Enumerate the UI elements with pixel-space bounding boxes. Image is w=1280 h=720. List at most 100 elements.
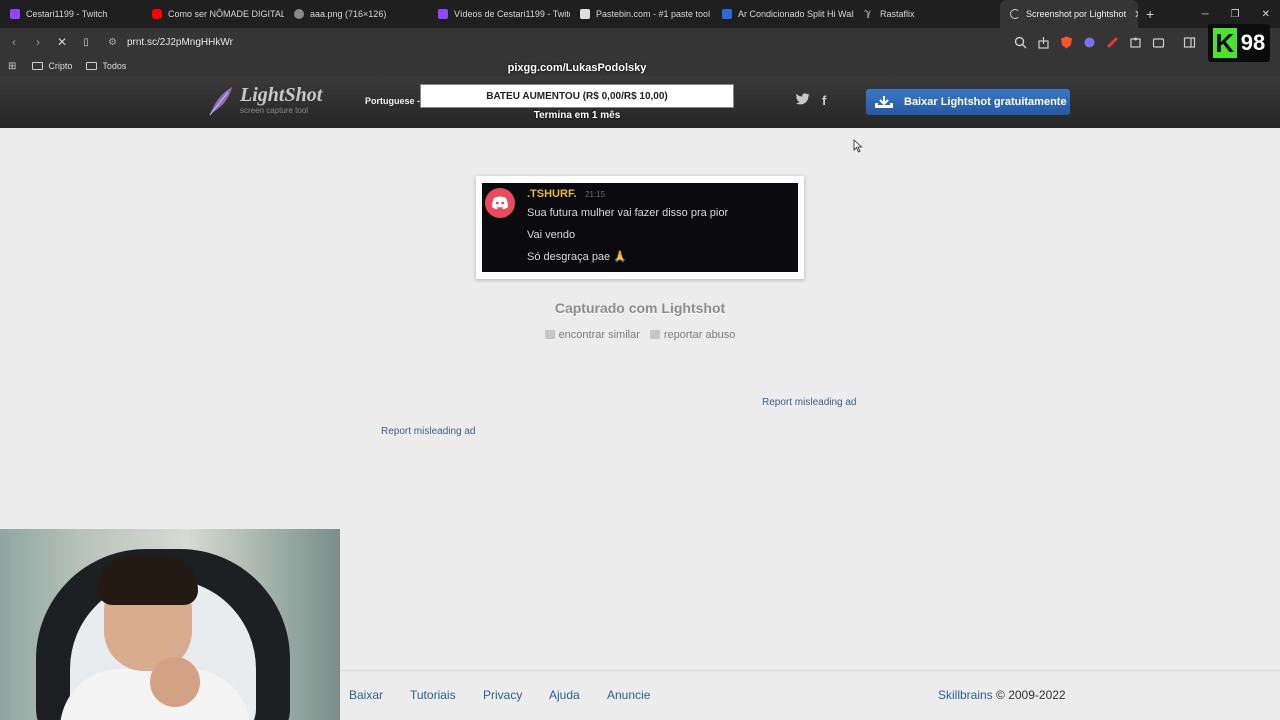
captured-with-label: Capturado com Lightshot: [554, 300, 726, 316]
tab-title: Como ser NÔMADE DIGITAL e: [168, 9, 284, 19]
tab-twitch-cestari[interactable]: Cestari1199 - Twitch: [0, 0, 142, 28]
copyright-years: © 2009-2022: [996, 688, 1066, 702]
url-field[interactable]: ⚙ prnt.sc/2J2pMngHHkWr: [108, 37, 233, 48]
rastaflix-icon: ℽ: [864, 8, 872, 19]
feather-icon: [209, 87, 232, 116]
facebook-icon[interactable]: f: [822, 93, 826, 108]
screenshot-image[interactable]: .TSHURF. 21:15 Sua futura mulher vai faz…: [482, 183, 798, 272]
message-line: Sua futura mulher vai fazer disso pra pi…: [527, 207, 729, 219]
download-button-label: Baixar Lightshot gratuitamente: [904, 96, 1067, 108]
report-misleading-ad-link[interactable]: Report misleading ad: [381, 426, 476, 437]
wallet-icon[interactable]: [1152, 36, 1165, 49]
footer-link-privacy[interactable]: Privacy: [483, 688, 522, 702]
address-bar-row: ‹ › ✕ ▯ ⚙ prnt.sc/2J2pMngHHkWr: [0, 28, 1280, 56]
footer-link-anuncie[interactable]: Anuncie: [607, 688, 650, 702]
bookmark-label: Todos: [102, 61, 127, 71]
tab-title: Screenshot por Lightshot: [1026, 9, 1127, 19]
extensions-puzzle-icon[interactable]: [1129, 36, 1142, 49]
close-tab-icon[interactable]: ✕: [1134, 8, 1138, 21]
report-misleading-ad-link[interactable]: Report misleading ad: [762, 397, 857, 408]
bookmark-icon[interactable]: ▯: [76, 37, 96, 48]
skillbrains-link[interactable]: Skillbrains: [938, 688, 993, 702]
folder-icon: [86, 62, 98, 70]
toolbar-icons: [1014, 28, 1196, 56]
tab-title: Cestari1199 - Twitch: [26, 9, 108, 19]
folder-icon: [32, 62, 44, 70]
tab-ar-condicionado[interactable]: Ar Condicionado Split Hi Wall: [712, 0, 854, 28]
tab-twitch-videos[interactable]: Vídeos de Cestari1199 - Twitch: [428, 0, 570, 28]
new-tab-button[interactable]: +: [1146, 6, 1154, 22]
forward-icon[interactable]: ›: [28, 35, 48, 49]
kick-logo-icon: K: [1212, 28, 1237, 58]
message-username: .TSHURF.: [527, 188, 577, 200]
zoom-icon[interactable]: [1014, 36, 1027, 49]
twitch-icon: [438, 9, 448, 19]
minimize-icon[interactable]: ─: [1202, 9, 1209, 20]
tab-youtube-nomade[interactable]: Como ser NÔMADE DIGITAL e: [142, 0, 284, 28]
pastebin-icon: [580, 9, 590, 19]
report-abuse-label: reportar abuso: [663, 329, 736, 341]
language-selector[interactable]: Portuguese - E: [365, 96, 429, 106]
discord-avatar: [485, 188, 515, 218]
discord-logo-icon: [492, 196, 508, 210]
mouse-cursor-icon: [853, 139, 863, 153]
browser-tab-bar: Cestari1199 - Twitch Como ser NÔMADE DIG…: [0, 0, 1280, 28]
download-icon: [875, 96, 893, 108]
overlay-goal: BATEU AUMENTOU (R$ 0,00/R$ 10,00): [420, 84, 734, 108]
message-line: Só desgraça pae 🙏: [527, 251, 627, 263]
webcam-overlay: [0, 529, 340, 720]
bookmark-label: Cripto: [48, 61, 73, 71]
shop-icon: [722, 9, 732, 19]
brave-shield-icon[interactable]: [1060, 36, 1073, 49]
footer-link-baixar[interactable]: Baixar: [349, 688, 383, 702]
stop-loading-icon[interactable]: ✕: [52, 35, 72, 49]
loading-icon: [1010, 9, 1020, 19]
extension-purple-icon[interactable]: [1083, 36, 1096, 49]
twitter-icon[interactable]: [795, 93, 810, 108]
person-hand: [150, 657, 200, 707]
message-time: 21:15: [585, 190, 606, 199]
tab-lightshot[interactable]: Screenshot por Lightshot ✕: [1000, 0, 1138, 28]
tab-title: Ar Condicionado Split Hi Wall: [738, 9, 854, 19]
footer-link-tutoriais[interactable]: Tutoriais: [410, 688, 456, 702]
sidebar-icon[interactable]: [1183, 36, 1196, 49]
site-info-icon[interactable]: ⚙: [108, 37, 117, 48]
page-footer: Baixar Tutoriais Privacy Ajuda Anuncie S…: [340, 670, 1280, 720]
bookmark-todos[interactable]: Todos: [86, 61, 126, 71]
overlay-ends: Termina em 1 mês: [533, 110, 621, 121]
extension-red-icon[interactable]: [1106, 36, 1119, 49]
find-similar-label: encontrar similar: [558, 329, 640, 341]
stream-badge: K 98: [1208, 24, 1270, 62]
restore-icon[interactable]: ❐: [1231, 9, 1240, 20]
message-line: Vai vendo: [527, 229, 576, 241]
lightshot-logo[interactable]: LightShot screen capture tool: [208, 84, 323, 116]
tab-title: aaa.png (716×126): [310, 9, 387, 19]
report-abuse-link[interactable]: reportar abuso: [649, 329, 736, 341]
close-window-icon[interactable]: ✕: [1262, 9, 1270, 20]
share-icon[interactable]: [1037, 36, 1050, 49]
twitch-icon: [10, 9, 20, 19]
brand-block: LightShot screen capture tool: [240, 84, 323, 116]
youtube-icon: [152, 9, 162, 19]
apps-grid-icon[interactable]: ⊞: [8, 61, 16, 72]
badge-number: 98: [1240, 30, 1266, 55]
download-lightshot-button[interactable]: Baixar Lightshot gratuitamente: [866, 89, 1070, 115]
tab-rastaflix[interactable]: ℽ Rastaflix: [854, 0, 996, 28]
footer-link-ajuda[interactable]: Ajuda: [549, 688, 580, 702]
brand-name: LightShot: [240, 84, 323, 106]
find-similar-link[interactable]: encontrar similar: [544, 329, 640, 341]
camera-icon: [544, 330, 555, 339]
screenshot-actions: encontrar similar reportar abuso: [476, 329, 804, 341]
tab-title: Rastaflix: [880, 9, 915, 19]
tab-pastebin[interactable]: Pastebin.com - #1 paste tool s: [570, 0, 712, 28]
tab-title: Vídeos de Cestari1199 - Twitch: [454, 9, 570, 19]
tab-aaa-png[interactable]: aaa.png (716×126): [284, 0, 428, 28]
flag-icon: [649, 330, 660, 339]
globe-icon: [294, 9, 304, 19]
bookmark-cripto[interactable]: Cripto: [32, 61, 72, 71]
person-hair: [98, 555, 198, 605]
screenshot-frame: .TSHURF. 21:15 Sua futura mulher vai faz…: [476, 176, 804, 279]
url-text: prnt.sc/2J2pMngHHkWr: [126, 36, 233, 48]
back-icon[interactable]: ‹: [4, 35, 24, 49]
brand-tagline: screen capture tool: [240, 106, 309, 115]
